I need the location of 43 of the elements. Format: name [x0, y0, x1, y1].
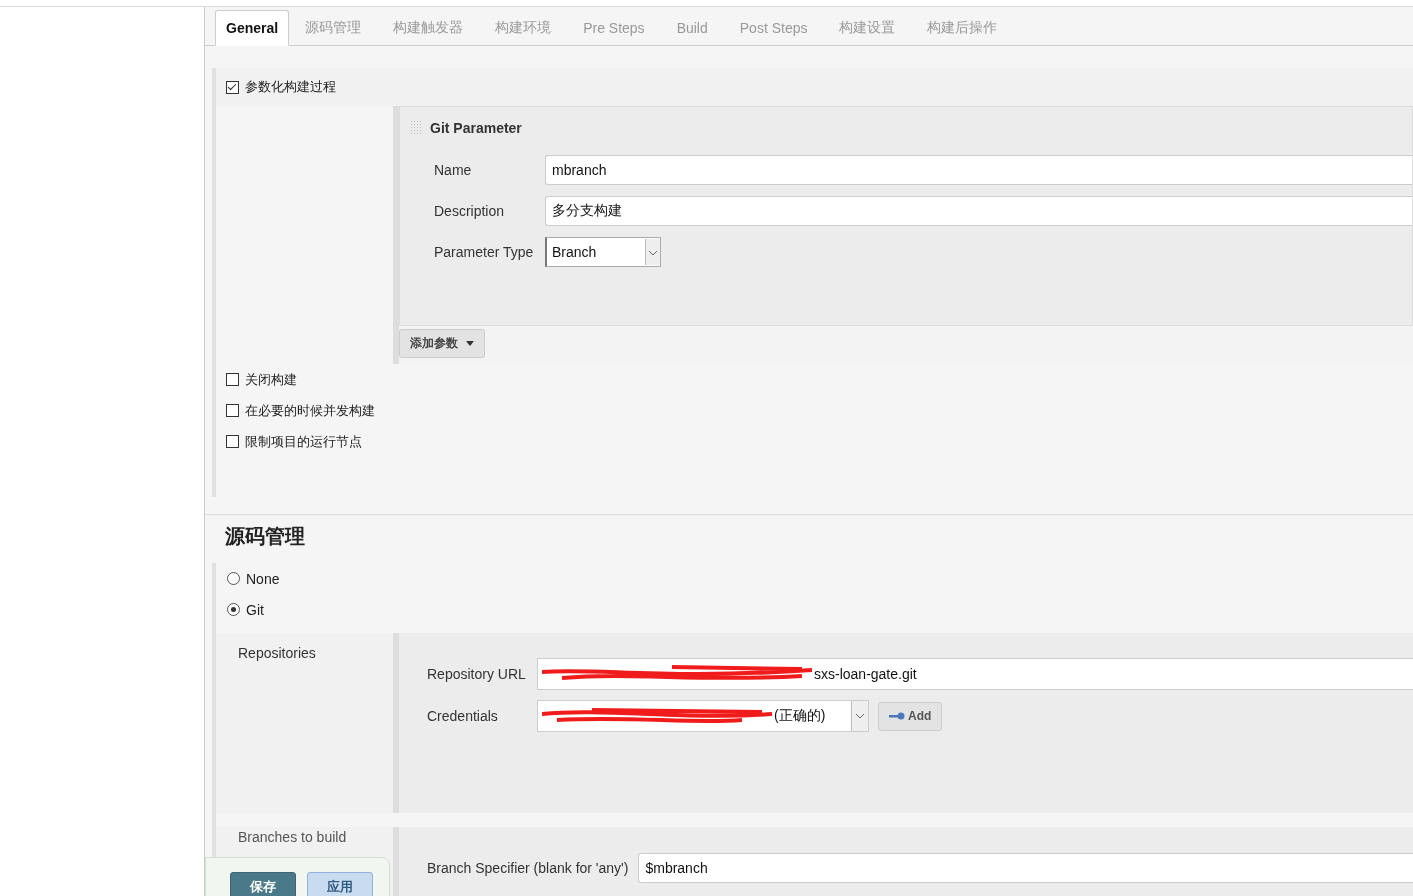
checkbox-label: 参数化构建过程 [245, 78, 336, 96]
tab[interactable]: 源码管理 [289, 10, 378, 45]
caret-icon [466, 341, 474, 346]
tab[interactable]: 构建环境 [479, 10, 568, 45]
section-label: Branches to build [238, 829, 347, 845]
tab[interactable]: 构建触发器 [377, 10, 480, 45]
tab[interactable]: Build [660, 10, 724, 45]
radio-button[interactable] [227, 603, 240, 616]
checkbox-label: 限制项目的运行节点 [245, 432, 362, 451]
parameter-title: Git Parameter [430, 120, 522, 136]
text-field[interactable]: sxs-loan-gate.git [537, 658, 1413, 690]
field-label: Repository URL [427, 666, 527, 682]
radio-label: Git [246, 601, 264, 618]
checkbox[interactable] [226, 80, 239, 94]
radio-label: None [246, 570, 280, 587]
checkbox-label: 关闭构建 [245, 370, 297, 389]
section-heading: 源码管理 [225, 524, 306, 549]
key-icon [889, 712, 905, 720]
field-label: Parameter Type [434, 243, 535, 260]
tab[interactable]: 构建设置 [823, 10, 912, 45]
select-field[interactable]: Branch [545, 236, 661, 267]
add-parameter-button[interactable]: 添加参数 [399, 329, 485, 358]
footer-button[interactable]: 保存 [230, 872, 296, 896]
checkbox[interactable] [226, 373, 239, 386]
tab[interactable]: Post Steps [723, 10, 824, 45]
text-field[interactable]: 多分支构建 [545, 195, 1412, 226]
tab[interactable]: 构建后操作 [911, 10, 1014, 45]
radio-button[interactable] [227, 572, 240, 585]
field-label: Description [434, 202, 506, 219]
tab[interactable]: General [215, 10, 290, 46]
footer-button[interactable]: 应用 [307, 872, 373, 896]
select-field[interactable]: (正确的) [537, 700, 869, 732]
field-label: Credentials [427, 708, 499, 724]
text-field[interactable]: $mbranch [638, 853, 1413, 883]
tab[interactable]: Pre Steps [567, 10, 661, 45]
checkbox[interactable] [226, 404, 239, 417]
section-label: Repositories [238, 645, 316, 661]
checkbox[interactable] [226, 435, 239, 448]
field-label: Name [434, 161, 473, 178]
add-credentials-button[interactable]: Add [878, 701, 943, 731]
field-label: Branch Specifier (blank for 'any') [427, 860, 629, 876]
checkbox-label: 在必要的时候并发构建 [245, 401, 375, 420]
text-field[interactable]: mbranch [545, 154, 1412, 185]
